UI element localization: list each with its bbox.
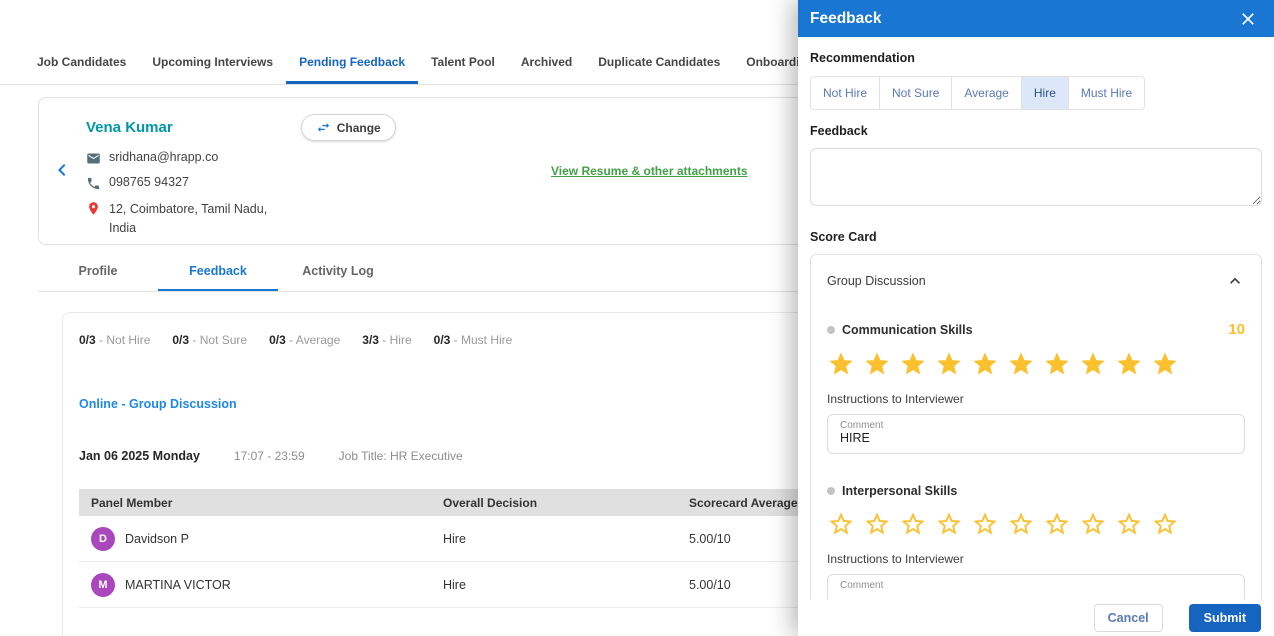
- bullet-icon: [827, 325, 835, 334]
- session-time: 17:07 - 23:59: [233, 449, 305, 463]
- star-rating: [827, 350, 1245, 378]
- feedback-textarea[interactable]: [810, 148, 1262, 206]
- star-icon[interactable]: [1115, 350, 1143, 378]
- recommendation-options: Not Hire Not Sure Average Hire Must Hire: [810, 76, 1146, 110]
- instructions-label: Instructions to Interviewer: [827, 552, 964, 566]
- tab-upcoming-interviews[interactable]: Upcoming Interviews: [139, 42, 286, 84]
- stat-not-hire: 0/3 - Not Hire: [79, 333, 151, 347]
- star-icon[interactable]: [1079, 510, 1107, 538]
- candidate-name: Vena Kumar: [86, 119, 173, 136]
- feedback-panel: Feedback Recommendation Not Hire Not Sur…: [798, 0, 1274, 636]
- skill-interpersonal-skills: Interpersonal Skills Instructions to Int…: [827, 484, 1245, 614]
- stat-not-sure: 0/3 - Not Sure: [172, 333, 248, 347]
- close-icon[interactable]: [1238, 8, 1260, 30]
- col-header-overall-decision: Overall Decision: [443, 495, 538, 510]
- comment-input[interactable]: Comment HIRE: [827, 414, 1245, 454]
- member-name: Davidson P: [125, 531, 189, 546]
- app: Job Candidates Upcoming Interviews Pendi…: [0, 0, 1274, 636]
- location-icon: [86, 200, 101, 216]
- tab-activity-log[interactable]: Activity Log: [278, 252, 398, 291]
- comment-label: Comment: [840, 580, 884, 591]
- tab-profile[interactable]: Profile: [38, 252, 158, 291]
- instructions-label: Instructions to Interviewer: [827, 392, 964, 406]
- change-button-label: Change: [336, 120, 381, 135]
- star-icon[interactable]: [827, 350, 855, 378]
- chevron-left-icon[interactable]: [49, 158, 75, 184]
- tab-pending-feedback[interactable]: Pending Feedback: [286, 42, 419, 84]
- star-icon[interactable]: [899, 510, 927, 538]
- star-icon[interactable]: [1151, 510, 1179, 538]
- group-discussion-header[interactable]: Group Discussion: [827, 271, 1245, 291]
- star-icon[interactable]: [935, 350, 963, 378]
- tab-job-candidates[interactable]: Job Candidates: [24, 42, 139, 84]
- star-icon[interactable]: [1043, 350, 1071, 378]
- candidate-email: sridhana@hrapp.co: [109, 150, 219, 164]
- option-must-hire[interactable]: Must Hire: [1068, 76, 1146, 110]
- star-icon[interactable]: [971, 350, 999, 378]
- tab-feedback[interactable]: Feedback: [158, 252, 278, 291]
- stat-hire: 3/3 - Hire: [362, 333, 412, 347]
- swap-icon: [316, 120, 331, 135]
- panel-header: Feedback: [798, 0, 1274, 37]
- panel-footer: Cancel Submit: [798, 599, 1274, 636]
- member-name: MARTINA VICTOR: [125, 577, 231, 592]
- star-icon[interactable]: [827, 510, 855, 538]
- cancel-button[interactable]: Cancel: [1093, 603, 1163, 632]
- submit-button[interactable]: Submit: [1188, 603, 1261, 632]
- recommendation-label: Recommendation: [810, 51, 915, 65]
- star-icon[interactable]: [1007, 350, 1035, 378]
- skill-name: Communication Skills: [842, 322, 973, 337]
- tab-duplicate-candidates[interactable]: Duplicate Candidates: [585, 42, 733, 84]
- star-icon[interactable]: [1115, 510, 1143, 538]
- comment-value: HIRE: [840, 431, 870, 445]
- session-date: Jan 06 2025 Monday: [79, 449, 200, 463]
- option-average[interactable]: Average: [952, 76, 1022, 110]
- option-not-hire[interactable]: Not Hire: [810, 76, 881, 110]
- avatar: D: [91, 526, 115, 551]
- stat-must-hire: 0/3 - Must Hire: [433, 333, 513, 347]
- candidate-address: 12, Coimbatore, Tamil Nadu, India: [109, 202, 268, 235]
- overall-decision: Hire: [443, 577, 466, 592]
- panel-body: Recommendation Not Hire Not Sure Average…: [798, 37, 1274, 636]
- overall-decision: Hire: [443, 531, 466, 546]
- session-job-title: Job Title: HR Executive: [338, 449, 463, 463]
- skill-communication-skills: Communication Skills 10 Instructions to …: [827, 321, 1245, 454]
- star-icon[interactable]: [1151, 350, 1179, 378]
- stat-average: 0/3 - Average: [269, 333, 341, 347]
- scorecard-label: Score Card: [810, 230, 877, 244]
- phone-icon: [86, 175, 101, 191]
- feedback-label: Feedback: [810, 124, 868, 138]
- session-link[interactable]: Online - Group Discussion: [79, 397, 237, 411]
- star-icon[interactable]: [1007, 510, 1035, 538]
- skill-score: 10: [1228, 321, 1245, 338]
- group-title: Group Discussion: [827, 274, 926, 288]
- star-icon[interactable]: [899, 350, 927, 378]
- star-icon[interactable]: [863, 350, 891, 378]
- tab-archived[interactable]: Archived: [508, 42, 585, 84]
- star-icon[interactable]: [1043, 510, 1071, 538]
- skill-name: Interpersonal Skills: [842, 484, 958, 498]
- star-icon[interactable]: [863, 510, 891, 538]
- option-not-sure[interactable]: Not Sure: [880, 76, 953, 110]
- tab-talent-pool[interactable]: Talent Pool: [418, 42, 508, 84]
- star-rating: [827, 510, 1245, 538]
- bullet-icon: [827, 487, 835, 495]
- candidate-phone: 098765 94327: [109, 175, 189, 189]
- resume-link[interactable]: View Resume & other attachments: [551, 164, 748, 178]
- change-button[interactable]: Change: [300, 114, 396, 141]
- avatar: M: [91, 572, 115, 597]
- comment-label: Comment: [840, 420, 884, 431]
- col-header-panel-member: Panel Member: [91, 495, 173, 510]
- star-icon[interactable]: [1079, 350, 1107, 378]
- chevron-up-icon[interactable]: [1225, 271, 1245, 291]
- panel-title: Feedback: [810, 9, 882, 27]
- star-icon[interactable]: [935, 510, 963, 538]
- star-icon[interactable]: [971, 510, 999, 538]
- scorecard-card: Group Discussion Communication Skills 10…: [810, 254, 1262, 636]
- option-hire[interactable]: Hire: [1021, 76, 1069, 110]
- mail-icon: [86, 150, 101, 166]
